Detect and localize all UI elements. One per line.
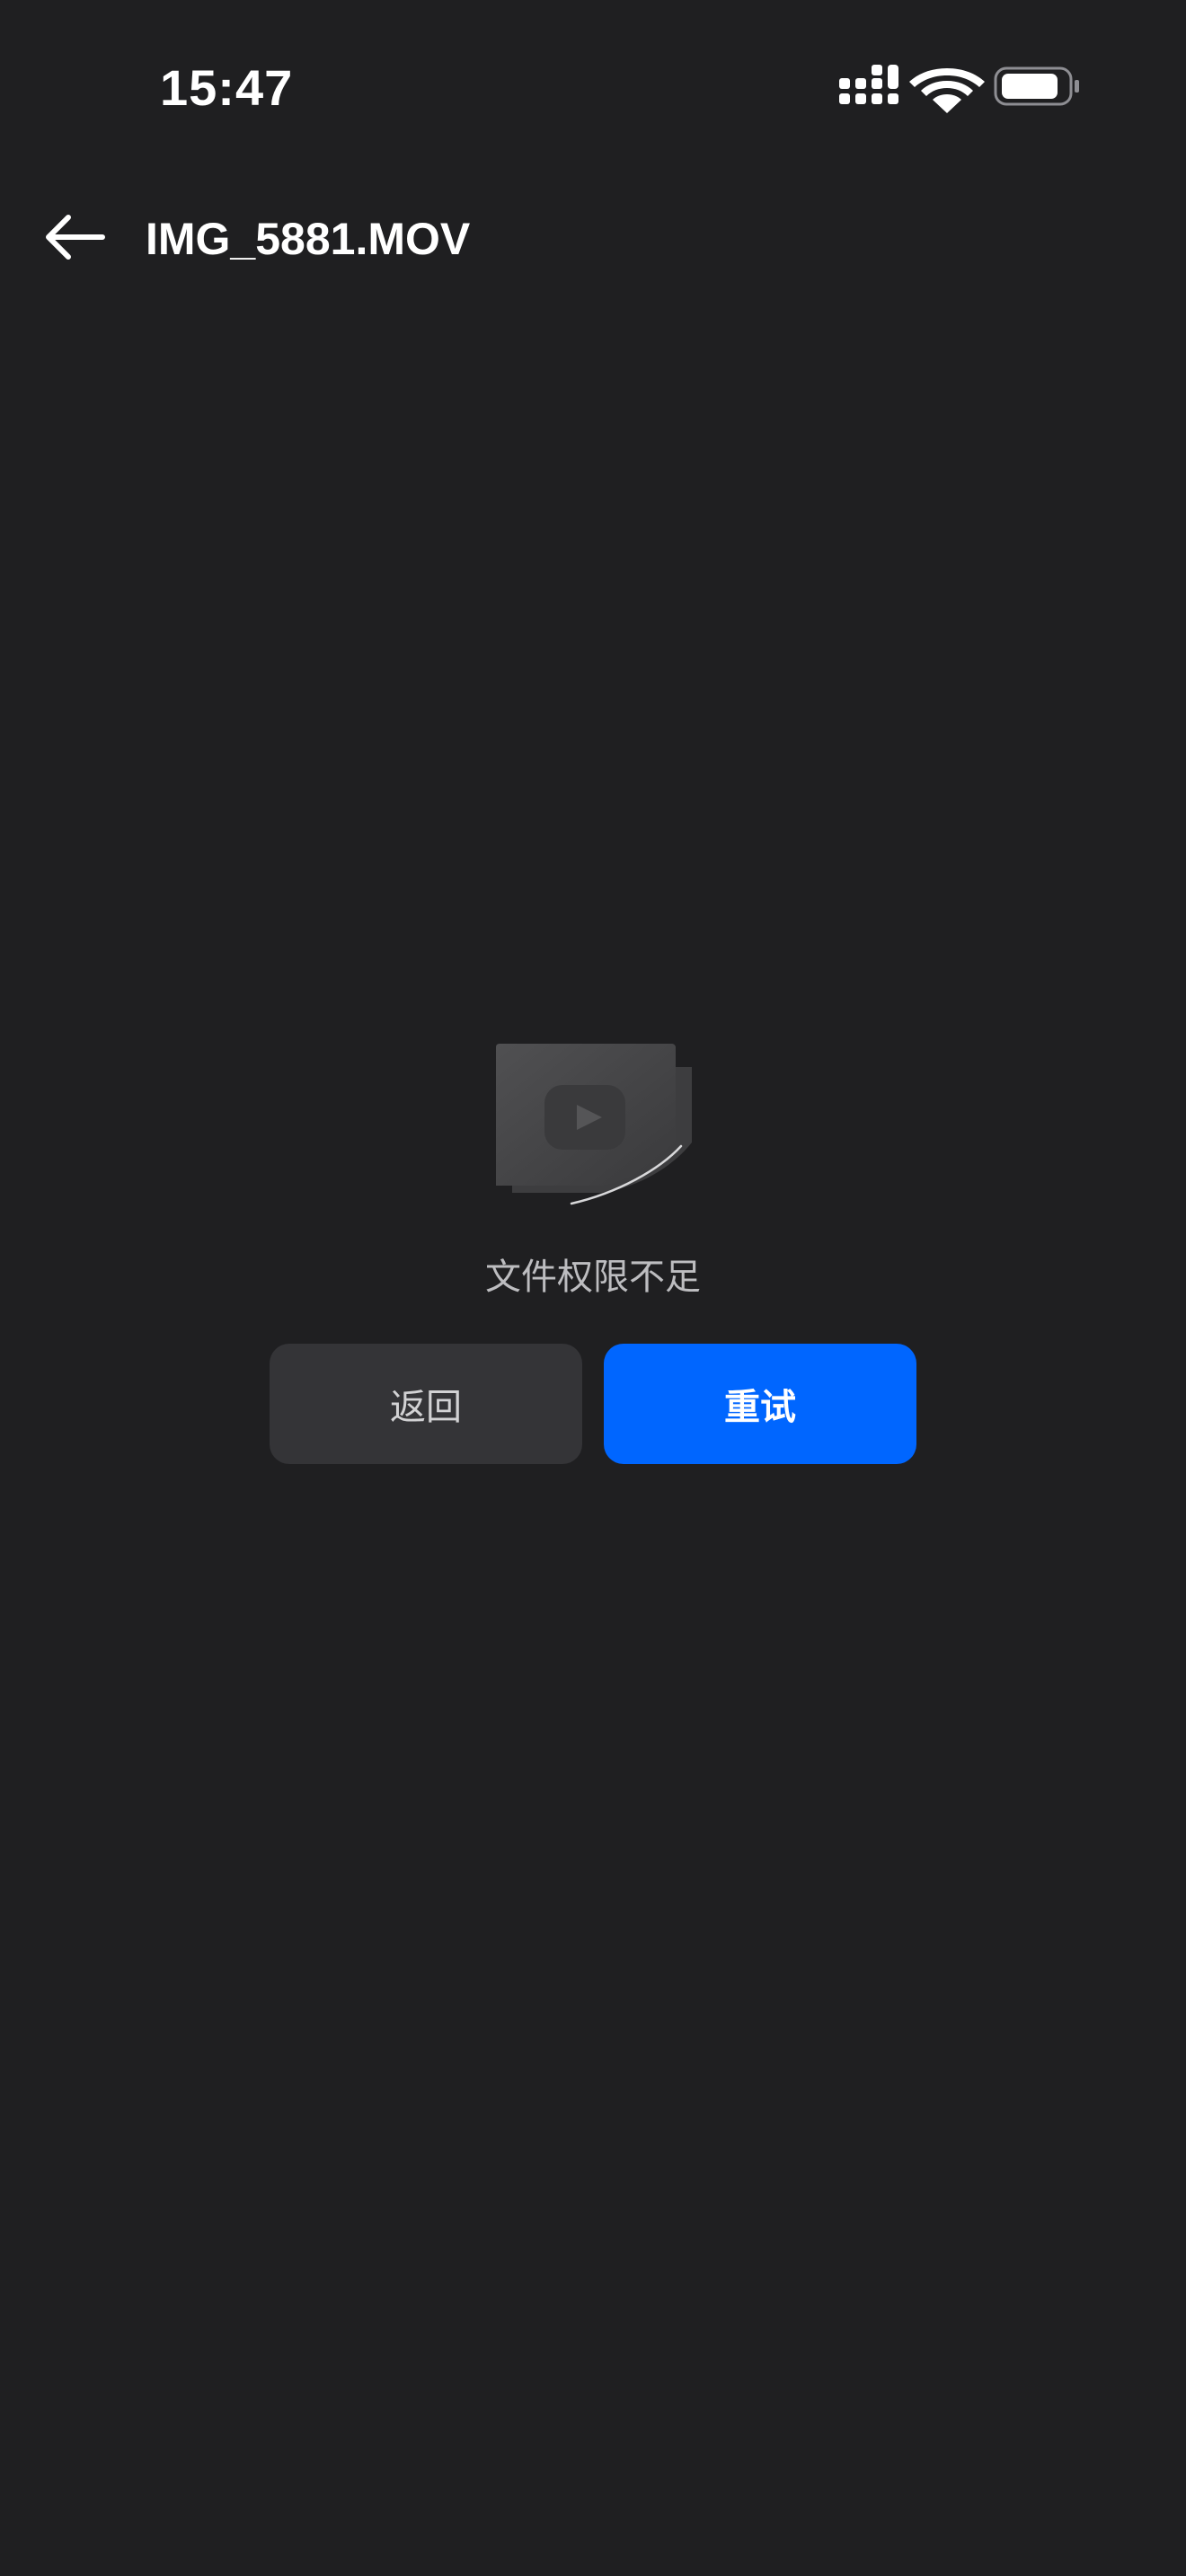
wifi-icon [909, 68, 985, 113]
status-time: 15:47 [160, 59, 294, 116]
back-button[interactable] [41, 208, 110, 266]
back-arrow-icon [46, 215, 105, 260]
signal-icon [839, 65, 898, 104]
back-action-button[interactable]: 返回 [270, 1344, 582, 1464]
battery-icon [994, 66, 1079, 106]
page-title: IMG_5881.MOV [146, 214, 471, 264]
video-file-error-icon [492, 1042, 694, 1213]
retry-button[interactable]: 重试 [604, 1344, 916, 1464]
error-message: 文件权限不足 [485, 1257, 701, 1297]
status-icons [839, 63, 1082, 113]
